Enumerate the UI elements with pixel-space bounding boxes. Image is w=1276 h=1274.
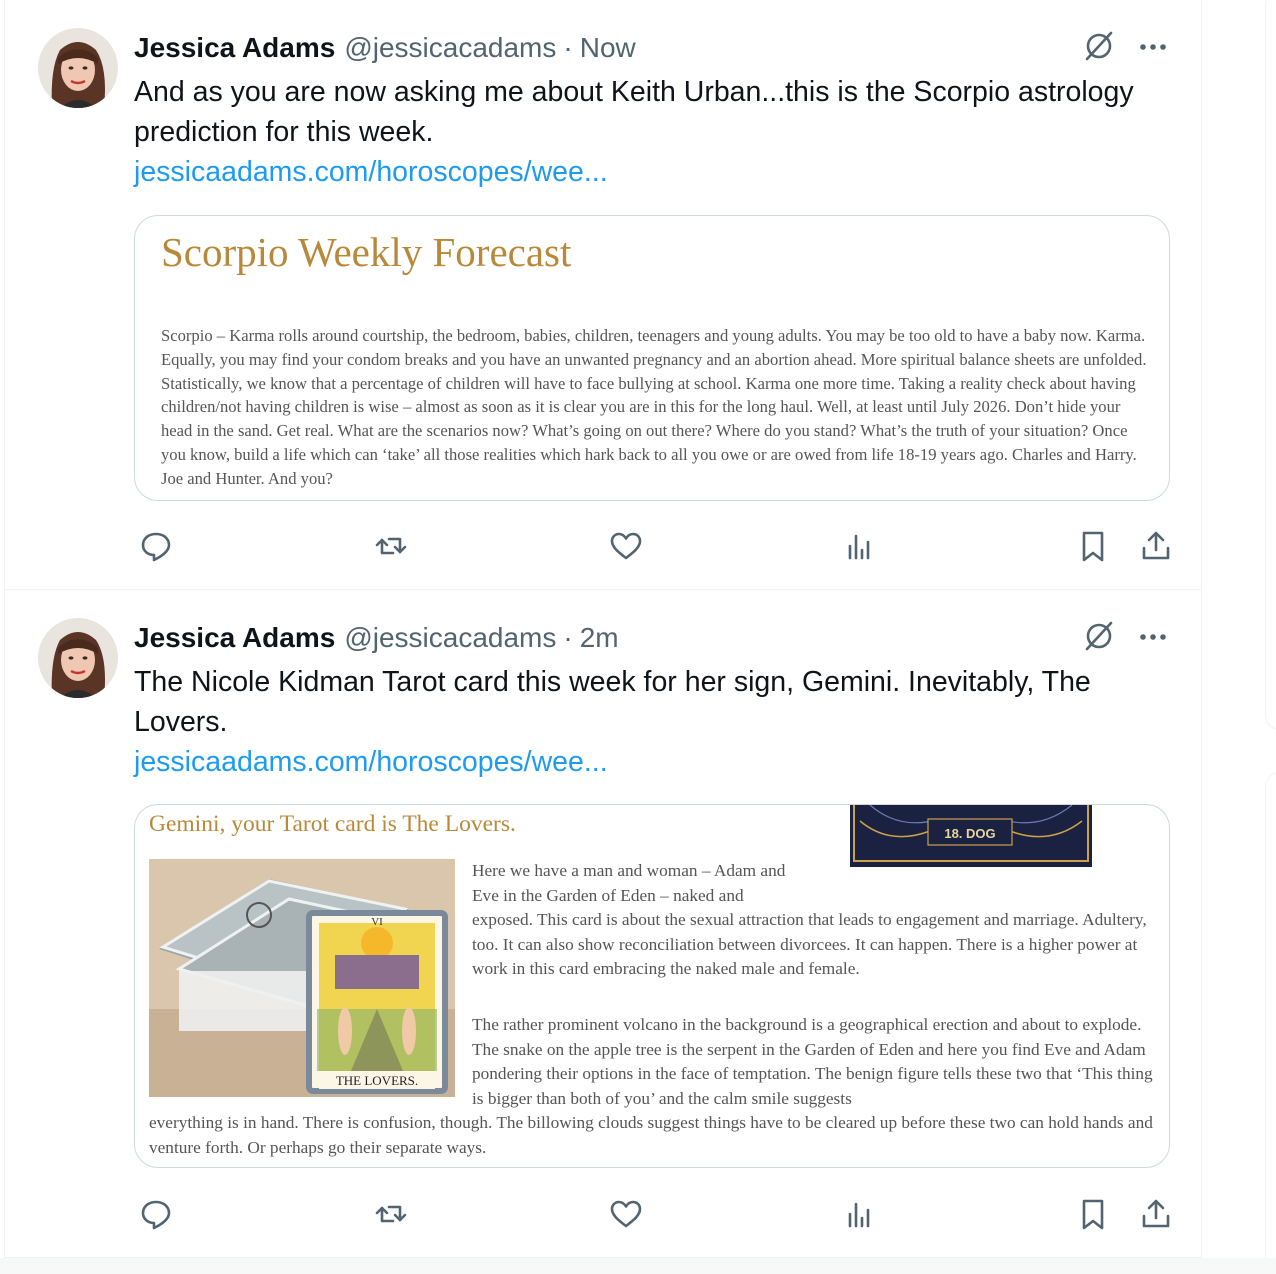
tweet-link[interactable]: jessicaadams.com/horoscopes/wee... — [134, 742, 608, 782]
avatar[interactable] — [38, 618, 118, 698]
tweet[interactable]: Jessica Adams @jessicacadams · 2m The Ni… — [5, 590, 1201, 1258]
timestamp[interactable]: Now — [580, 32, 636, 64]
share-icon[interactable] — [1138, 1196, 1174, 1232]
tweet-link[interactable]: jessicaadams.com/horoscopes/wee... — [134, 152, 608, 192]
separator: · — [563, 622, 573, 653]
author-handle[interactable]: @jessicacadams — [344, 622, 556, 654]
more-options-icon[interactable] — [1135, 32, 1171, 62]
sidebar-panel — [1265, 772, 1276, 1272]
timeline: Jessica Adams @jessicacadams · Now And a… — [4, 0, 1202, 1274]
grok-icon[interactable] — [1081, 28, 1117, 64]
card-title: Gemini, your Tarot card is The Lovers. — [149, 811, 516, 837]
bookmark-icon[interactable] — [1075, 528, 1111, 564]
tarot-numeral: VI — [371, 916, 383, 928]
author-handle[interactable]: @jessicacadams — [344, 32, 556, 64]
like-icon[interactable] — [608, 1196, 644, 1232]
retweet-icon[interactable] — [373, 1196, 409, 1232]
side-card-label: 18. DOG — [944, 826, 995, 841]
views-icon[interactable] — [842, 528, 878, 564]
separator: · — [563, 32, 573, 63]
author-name[interactable]: Jessica Adams — [134, 622, 335, 654]
card-paragraph-lead: Here we have a man and woman – Adam and … — [472, 861, 786, 905]
card-paragraph: Here we have a man and woman – Adam and … — [472, 859, 1162, 982]
tweet-actions — [134, 1196, 1184, 1232]
tweet-text: And as you are now asking me about Keith… — [134, 76, 1134, 148]
tarot-caption: THE LOVERS. — [336, 1073, 418, 1088]
timestamp[interactable]: 2m — [580, 622, 619, 654]
share-icon[interactable] — [1138, 528, 1174, 564]
tweet-actions — [134, 528, 1184, 564]
card-paragraph-rest: exposed. This card is about the sexual a… — [472, 910, 1147, 978]
card-body: Scorpio – Karma rolls around courtship, … — [161, 326, 1147, 488]
link-preview-card[interactable]: Gemini, your Tarot card is The Lovers. 1… — [134, 804, 1170, 1168]
card-paragraph: everything is in hand. There is confusio… — [149, 1113, 1153, 1157]
views-icon[interactable] — [842, 1196, 878, 1232]
avatar[interactable] — [38, 28, 118, 108]
bookmark-icon[interactable] — [1075, 1196, 1111, 1232]
bottom-strip — [0, 1258, 1276, 1274]
reply-icon[interactable] — [138, 1196, 174, 1232]
tweet-header: Jessica Adams @jessicacadams · 2m — [134, 618, 619, 658]
right-sidebar — [1203, 0, 1276, 1274]
more-options-icon[interactable] — [1135, 622, 1171, 652]
tweet-text: The Nicole Kidman Tarot card this week f… — [134, 666, 1091, 738]
tweet-header: Jessica Adams @jessicacadams · Now — [134, 28, 636, 68]
sidebar-panel — [1265, 0, 1276, 730]
tarot-lovers-image: VI THE LOVERS. — [149, 859, 455, 1097]
reply-icon[interactable] — [138, 528, 174, 564]
link-preview-card[interactable]: Scorpio Weekly Forecast Scorpio – Karma … — [134, 215, 1170, 501]
tarot-card-image: 18. DOG — [850, 805, 1092, 867]
retweet-icon[interactable] — [373, 528, 409, 564]
author-name[interactable]: Jessica Adams — [134, 32, 335, 64]
tweet[interactable]: Jessica Adams @jessicacadams · Now And a… — [5, 0, 1201, 590]
like-icon[interactable] — [608, 528, 644, 564]
card-paragraph: The rather prominent volcano in the back… — [472, 1015, 1153, 1108]
grok-icon[interactable] — [1081, 618, 1117, 654]
card-title: Scorpio Weekly Forecast — [161, 229, 572, 275]
